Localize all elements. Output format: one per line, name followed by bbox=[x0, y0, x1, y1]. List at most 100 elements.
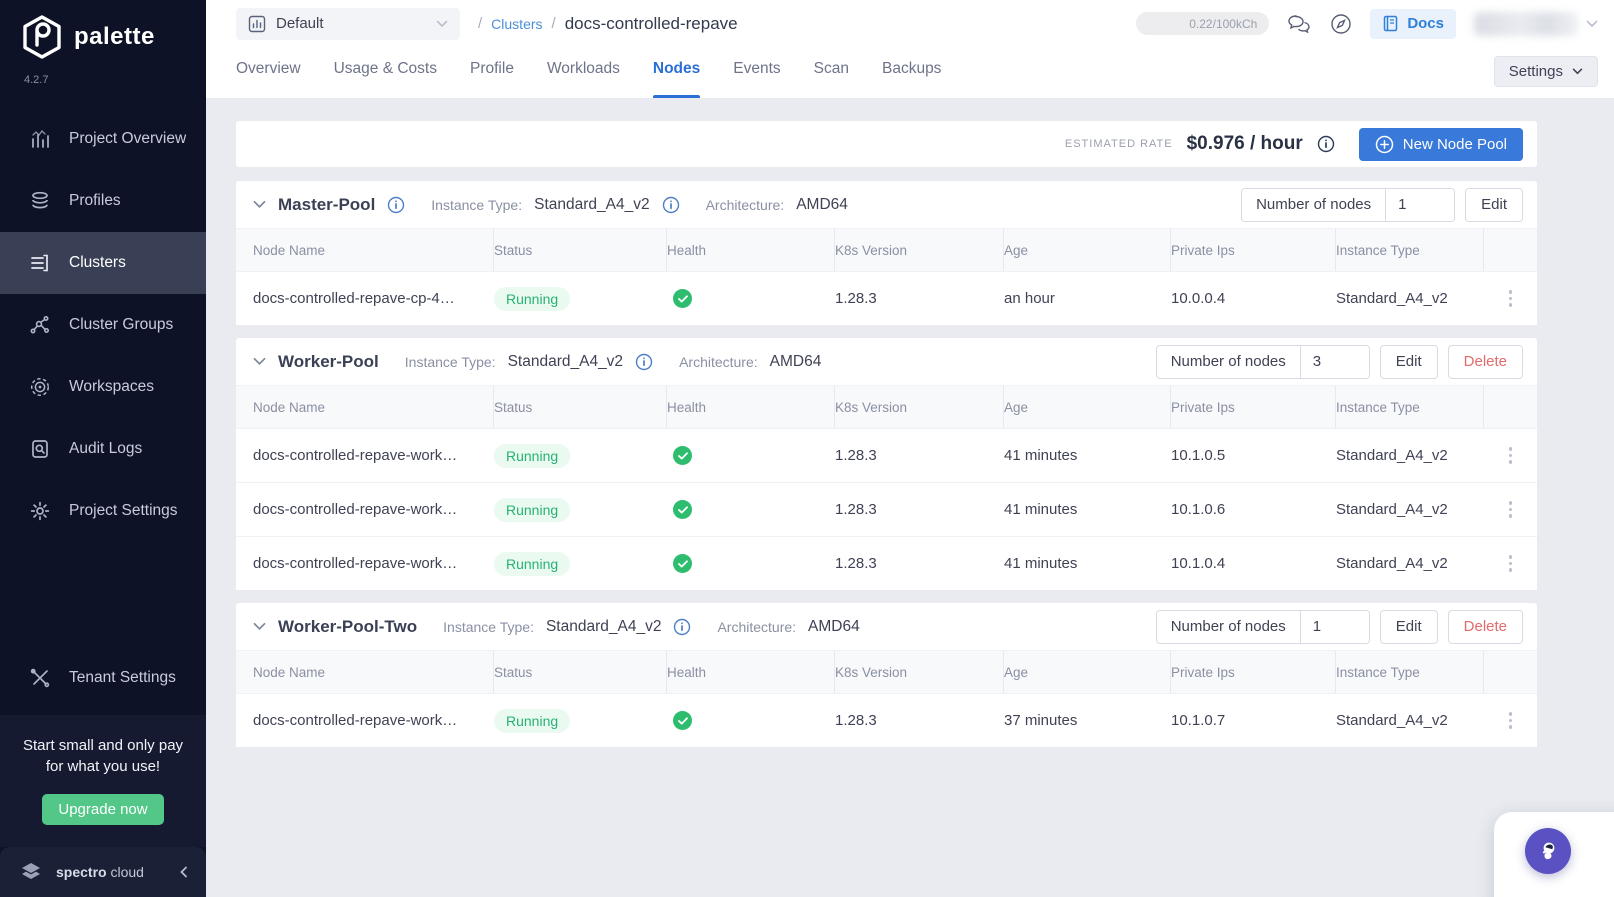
sidebar-item-workspaces[interactable]: Workspaces bbox=[0, 356, 206, 418]
rate-info-icon[interactable] bbox=[1317, 135, 1335, 153]
sidebar-item-tenant-settings[interactable]: Tenant Settings bbox=[0, 647, 206, 709]
pool-info-icon[interactable] bbox=[387, 196, 405, 214]
architecture-label: Architecture: bbox=[717, 618, 797, 635]
col-health: Health bbox=[667, 651, 835, 693]
cluster-tabs: Overview Usage & Costs Profile Workloads… bbox=[236, 47, 941, 98]
collapse-pool-icon[interactable] bbox=[253, 357, 266, 366]
breadcrumb-current-cluster: docs-controlled-repave bbox=[564, 13, 738, 33]
col-age: Age bbox=[1004, 386, 1171, 428]
number-of-nodes-group: Number of nodes bbox=[1155, 609, 1370, 644]
sidebar-item-clusters[interactable]: Clusters bbox=[0, 232, 206, 294]
col-status: Status bbox=[494, 651, 667, 693]
col-age: Age bbox=[1004, 651, 1171, 693]
edit-pool-button[interactable]: Edit bbox=[1379, 344, 1438, 379]
sidebar-item-project-overview[interactable]: Project Overview bbox=[0, 108, 206, 170]
tab-workloads[interactable]: Workloads bbox=[547, 47, 620, 98]
help-astronaut-button[interactable] bbox=[1525, 828, 1571, 874]
book-icon bbox=[1382, 15, 1399, 32]
node-instance-type: Standard_A4_v2 bbox=[1336, 712, 1448, 729]
settings-dropdown-button[interactable]: Settings bbox=[1493, 56, 1598, 87]
edit-pool-button[interactable]: Edit bbox=[1465, 187, 1523, 222]
status-badge: Running bbox=[494, 286, 571, 311]
node-instance-type: Standard_A4_v2 bbox=[1336, 555, 1448, 572]
pool-name: Worker-Pool bbox=[278, 351, 379, 371]
tab-overview[interactable]: Overview bbox=[236, 47, 301, 98]
col-age: Age bbox=[1004, 229, 1171, 271]
instance-type-info-icon[interactable] bbox=[673, 618, 691, 636]
number-of-nodes-group: Number of nodes bbox=[1155, 344, 1370, 379]
sidebar-item-project-settings[interactable]: Project Settings bbox=[0, 480, 206, 542]
delete-pool-button[interactable]: Delete bbox=[1447, 609, 1523, 644]
col-actions bbox=[1484, 386, 1537, 428]
row-actions-kebab-icon[interactable] bbox=[1505, 286, 1517, 311]
new-node-pool-label: New Node Pool bbox=[1402, 135, 1507, 153]
node-instance-type: Standard_A4_v2 bbox=[1336, 447, 1448, 464]
row-actions-kebab-icon[interactable] bbox=[1505, 708, 1517, 733]
tab-nodes[interactable]: Nodes bbox=[652, 47, 701, 98]
col-status: Status bbox=[494, 386, 667, 428]
node-pool-master: Master-Pool Instance Type: Standard_A4_v… bbox=[236, 181, 1537, 325]
sidebar-item-cluster-groups[interactable]: Cluster Groups bbox=[0, 294, 206, 356]
promo-line2: for what you use! bbox=[45, 758, 161, 776]
row-actions-kebab-icon[interactable] bbox=[1505, 551, 1517, 576]
docs-button[interactable]: Docs bbox=[1370, 8, 1456, 39]
explore-compass-icon[interactable] bbox=[1330, 13, 1352, 35]
sidebar-item-label: Profiles bbox=[69, 192, 121, 209]
number-of-nodes-group: Number of nodes bbox=[1241, 187, 1456, 222]
architecture-value: AMD64 bbox=[808, 617, 860, 635]
collapse-sidebar-icon[interactable] bbox=[178, 866, 190, 878]
breadcrumb-separator: / bbox=[478, 15, 483, 32]
collapse-pool-icon[interactable] bbox=[253, 200, 266, 209]
health-check-icon bbox=[673, 446, 692, 465]
sidebar-item-profiles[interactable]: Profiles bbox=[0, 170, 206, 232]
feedback-chat-icon[interactable] bbox=[1287, 13, 1312, 35]
number-of-nodes-input[interactable] bbox=[1300, 345, 1369, 378]
tab-events[interactable]: Events bbox=[733, 47, 780, 98]
node-table-header: Node Name Status Health K8s Version Age … bbox=[236, 650, 1537, 693]
instance-type-info-icon[interactable] bbox=[662, 196, 680, 214]
estimated-rate-value: $0.976 / hour bbox=[1186, 133, 1303, 154]
chart-icon bbox=[28, 127, 52, 151]
row-actions-kebab-icon[interactable] bbox=[1505, 443, 1517, 468]
node-age: 41 minutes bbox=[1004, 555, 1078, 572]
node-private-ip: 10.1.0.5 bbox=[1171, 447, 1226, 464]
new-node-pool-button[interactable]: New Node Pool bbox=[1358, 127, 1523, 161]
collapse-pool-icon[interactable] bbox=[253, 622, 266, 631]
spectro-text: spectro bbox=[56, 864, 107, 880]
tab-scan[interactable]: Scan bbox=[814, 47, 849, 98]
docs-label: Docs bbox=[1407, 15, 1444, 32]
palette-logo-icon bbox=[20, 14, 64, 60]
project-selector[interactable]: Default bbox=[236, 7, 460, 40]
tab-profile[interactable]: Profile bbox=[470, 47, 514, 98]
delete-pool-button[interactable]: Delete bbox=[1447, 344, 1523, 379]
status-badge: Running bbox=[494, 708, 571, 733]
node-private-ip: 10.0.0.4 bbox=[1171, 290, 1226, 307]
node-table-header: Node Name Status Health K8s Version Age … bbox=[236, 385, 1537, 428]
user-menu[interactable] bbox=[1474, 11, 1598, 36]
breadcrumb-clusters-link[interactable]: Clusters bbox=[491, 16, 542, 32]
upgrade-now-button[interactable]: Upgrade now bbox=[42, 794, 164, 825]
node-row: docs-controlled-repave-cp-4… Running 1.2… bbox=[236, 271, 1537, 325]
main-area: Default / Clusters / docs-controlled-rep… bbox=[206, 0, 1614, 897]
edit-pool-button[interactable]: Edit bbox=[1379, 609, 1438, 644]
number-of-nodes-input[interactable] bbox=[1386, 188, 1455, 221]
instance-type-info-icon[interactable] bbox=[635, 353, 653, 371]
pool-name: Worker-Pool-Two bbox=[278, 616, 418, 636]
node-private-ip: 10.1.0.6 bbox=[1171, 501, 1226, 518]
server-list-icon bbox=[28, 251, 52, 275]
instance-type-label: Instance Type: bbox=[431, 196, 523, 213]
node-row: docs-controlled-repave-work… Running 1.2… bbox=[236, 536, 1537, 590]
col-private-ips: Private Ips bbox=[1171, 386, 1336, 428]
promo-line1: Start small and only pay bbox=[22, 736, 184, 754]
pool-name: Master-Pool bbox=[278, 194, 376, 214]
orbit-icon bbox=[28, 375, 52, 399]
number-of-nodes-input[interactable] bbox=[1300, 610, 1369, 643]
col-private-ips: Private Ips bbox=[1171, 229, 1336, 271]
tab-backups[interactable]: Backups bbox=[882, 47, 941, 98]
estimated-rate-label: ESTIMATED RATE bbox=[1064, 138, 1173, 150]
usage-quota-badge: 0.22/100kCh bbox=[1136, 12, 1270, 35]
node-status: Running bbox=[494, 708, 667, 733]
tab-usage-costs[interactable]: Usage & Costs bbox=[334, 47, 437, 98]
sidebar-item-audit-logs[interactable]: Audit Logs bbox=[0, 418, 206, 480]
row-actions-kebab-icon[interactable] bbox=[1505, 497, 1517, 522]
